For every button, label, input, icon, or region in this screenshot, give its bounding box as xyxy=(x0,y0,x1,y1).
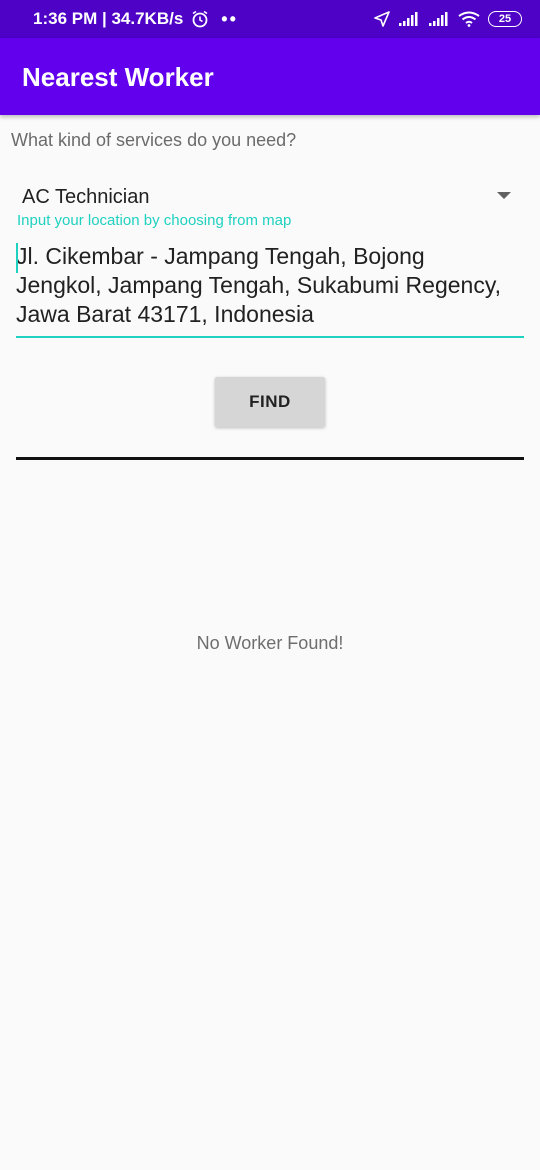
signal-icon xyxy=(399,12,418,26)
more-notifications-icon: •• xyxy=(221,8,238,29)
service-dropdown-value: AC Technician xyxy=(22,185,150,208)
battery-icon: 25 xyxy=(488,11,522,27)
dropdown-arrow-icon[interactable] xyxy=(497,192,511,199)
battery-level: 25 xyxy=(498,13,512,25)
address-input-value[interactable]: Jl. Cikembar - Jampang Tengah, Bojong Je… xyxy=(16,242,516,329)
find-button[interactable]: FIND xyxy=(215,377,325,427)
wifi-icon xyxy=(458,11,480,27)
status-bar: 1:36 PM | 34.7KB/s •• 25 xyxy=(0,0,540,38)
text-cursor xyxy=(16,243,18,273)
location-hint-label: Input your location by choosing from map xyxy=(17,212,292,229)
status-time: 1:36 PM | 34.7KB/s xyxy=(33,9,184,28)
divider xyxy=(16,457,524,460)
service-dropdown[interactable]: AC Technician xyxy=(11,178,511,216)
location-arrow-icon xyxy=(374,11,390,27)
service-question-label: What kind of services do you need? xyxy=(11,130,297,150)
alarm-icon xyxy=(192,10,208,28)
address-input[interactable]: Jl. Cikembar - Jampang Tengah, Bojong Je… xyxy=(16,242,524,338)
empty-results-message: No Worker Found! xyxy=(196,633,344,653)
app-bar: Nearest Worker xyxy=(0,38,540,115)
page-title: Nearest Worker xyxy=(22,62,214,92)
signal-icon xyxy=(429,12,448,26)
